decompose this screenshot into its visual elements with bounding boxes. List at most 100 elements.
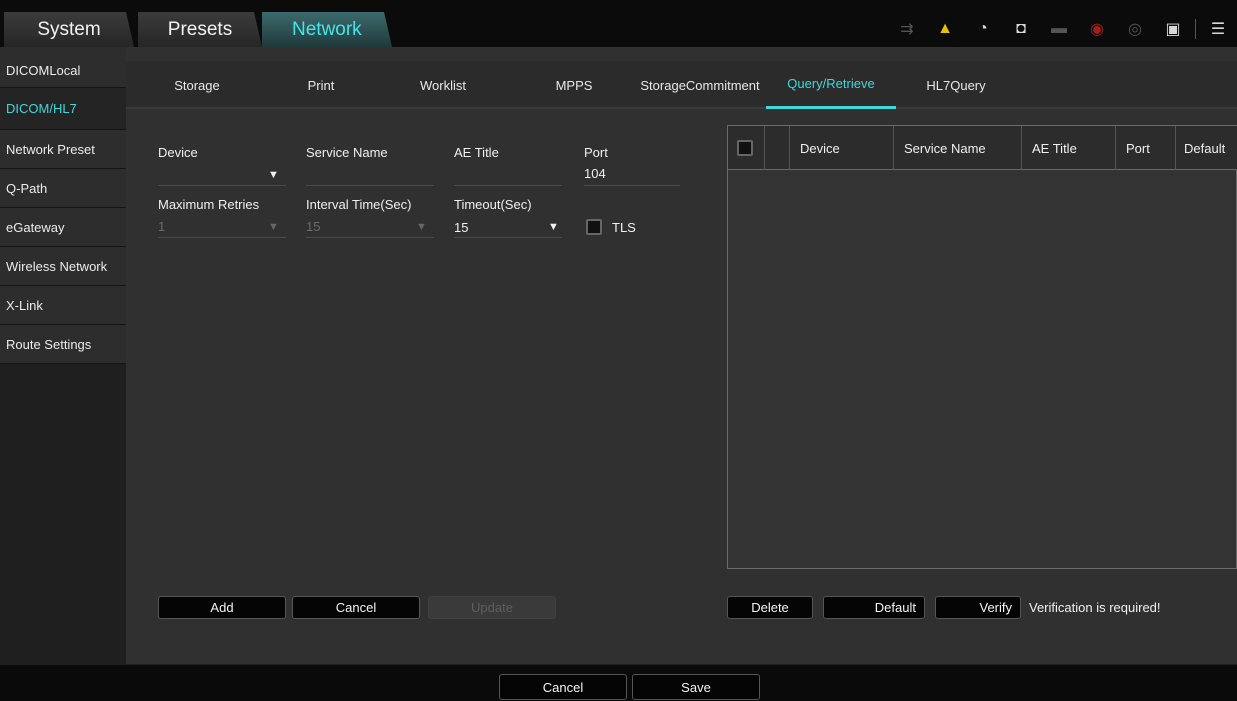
header-label: Service Name [904,140,986,156]
tab-storage-commitment[interactable]: StorageCommitment [636,61,764,109]
sidebar-item-dicomlocal[interactable]: DICOMLocal [0,47,126,88]
select-all-checkbox[interactable] [737,140,753,156]
max-retries-select[interactable]: 1 [158,219,165,234]
header-label: Device [800,140,840,156]
tab-network[interactable]: Network [262,12,392,47]
timeout-label: Timeout(Sec) [454,197,532,212]
table-header-default[interactable]: Default [1175,126,1237,170]
sidebar-item-label: Q-Path [6,180,48,196]
cancel-button[interactable]: Cancel [499,674,627,700]
chevron-down-icon[interactable]: ▼ [416,221,427,233]
tab-storage[interactable]: Storage [148,61,246,109]
service-name-underline [306,185,434,186]
tab-label: Storage [174,77,220,93]
disc-icon[interactable]: ◎ [1121,18,1149,40]
button-label: Add [210,600,234,615]
header-label: Default [1184,140,1226,156]
chevron-down-icon[interactable]: ▼ [268,221,279,233]
table-header-device[interactable]: Device [789,126,893,170]
timeout-underline [454,237,562,238]
interval-label: Interval Time(Sec) [306,197,412,212]
refresh-icon[interactable]: ◔ [969,18,997,40]
sidebar: DICOMLocal DICOM/HL7 Network Preset Q-Pa… [0,47,126,664]
tab-system-label: System [37,18,101,40]
port-underline [584,185,680,186]
table-header-ae-title[interactable]: AE Title [1021,126,1115,170]
tab-hl7query[interactable]: HL7Query [906,61,1006,109]
main-content: Storage Print Worklist MPPS StorageCommi… [126,47,1237,664]
save-button[interactable]: Save [632,674,760,700]
sub-tab-bar: Storage Print Worklist MPPS StorageCommi… [126,61,1237,109]
tab-presets-label: Presets [167,18,233,40]
verify-button[interactable]: Verify [935,596,1021,619]
menu-icon[interactable]: ☰ [1204,18,1232,40]
button-label: Delete [751,600,789,615]
max-retries-underline [158,237,286,238]
tab-network-label: Network [292,18,362,40]
bottom-bar: Cancel Save [0,664,1237,701]
sidebar-item-x-link[interactable]: X-Link [0,286,126,325]
sidebar-item-label: DICOMLocal [6,63,81,78]
add-button[interactable]: Add [158,596,286,619]
sidebar-item-q-path[interactable]: Q-Path [0,169,126,208]
sidebar-item-label: DICOM/HL7 [6,101,77,116]
timeout-select[interactable]: 15 [454,220,468,235]
header-label: Port [1126,140,1150,156]
tab-system[interactable]: System [4,12,134,47]
tab-print[interactable]: Print [276,61,366,109]
button-label: Verify [979,600,1012,615]
chevron-down-icon[interactable]: ▼ [268,169,279,181]
delete-button[interactable]: Delete [727,596,813,619]
network-icon[interactable]: ◉ [1083,18,1111,40]
port-input[interactable]: 104 [584,166,606,181]
sidebar-item-label: Route Settings [6,336,92,352]
sidebar-item-egateway[interactable]: eGateway [0,208,126,247]
tab-label: Query/Retrieve [787,76,875,91]
button-label: Cancel [542,679,584,695]
tab-label: Print [307,77,335,93]
tab-label: HL7Query [926,77,986,93]
table-header: Device Service Name AE Title Port Defaul… [728,126,1237,170]
printer-icon[interactable]: ▣ [1159,18,1187,40]
tab-worklist[interactable]: Worklist [396,61,490,109]
sidebar-item-route-settings[interactable]: Route Settings [0,325,126,364]
ae-title-underline [454,185,562,186]
button-label: Cancel [335,600,377,615]
service-name-label: Service Name [306,145,388,160]
table-header-spacer [764,126,789,170]
table-header-port[interactable]: Port [1115,126,1175,170]
ime-icon[interactable]: ⇉ [893,18,921,40]
button-label: Default [874,600,916,615]
tab-label: StorageCommitment [640,77,760,93]
server-table: Device Service Name AE Title Port Defaul… [727,125,1237,569]
cancel-edit-button[interactable]: Cancel [292,596,420,619]
top-bar: System Presets Network ⇉ ▲ ◔ ◘ ▬ ◉ ◎ ▣ ☰ [0,0,1237,47]
mouse-icon[interactable]: ◘ [1007,18,1035,40]
device-underline [158,185,286,186]
sidebar-item-label: eGateway [6,219,65,235]
usb-icon[interactable]: ▬ [1045,18,1073,40]
table-header-service-name[interactable]: Service Name [893,126,1021,170]
tab-mpps[interactable]: MPPS [536,61,612,109]
button-label: Save [681,679,711,695]
warning-icon[interactable]: ▲ [931,18,959,40]
port-label: Port [584,145,608,160]
default-button[interactable]: Default [823,596,925,619]
sidebar-item-dicom-hl7[interactable]: DICOM/HL7 [0,88,126,130]
chevron-down-icon[interactable]: ▼ [548,221,559,233]
verification-message: Verification is required! [1029,600,1161,615]
button-label: Update [471,600,513,615]
sidebar-item-label: Network Preset [6,141,95,157]
tab-label: Worklist [420,77,466,93]
tab-presets[interactable]: Presets [138,12,262,47]
interval-select[interactable]: 15 [306,219,320,234]
ae-title-label: AE Title [454,145,499,160]
sidebar-item-wireless-network[interactable]: Wireless Network [0,247,126,286]
sidebar-item-label: X-Link [6,297,43,313]
update-button[interactable]: Update [428,596,556,619]
tab-query-retrieve[interactable]: Query/Retrieve [766,61,896,109]
sidebar-item-network-preset[interactable]: Network Preset [0,130,126,169]
tls-checkbox[interactable] [586,219,602,235]
tab-label: MPPS [555,77,593,93]
tls-label: TLS [612,220,636,235]
